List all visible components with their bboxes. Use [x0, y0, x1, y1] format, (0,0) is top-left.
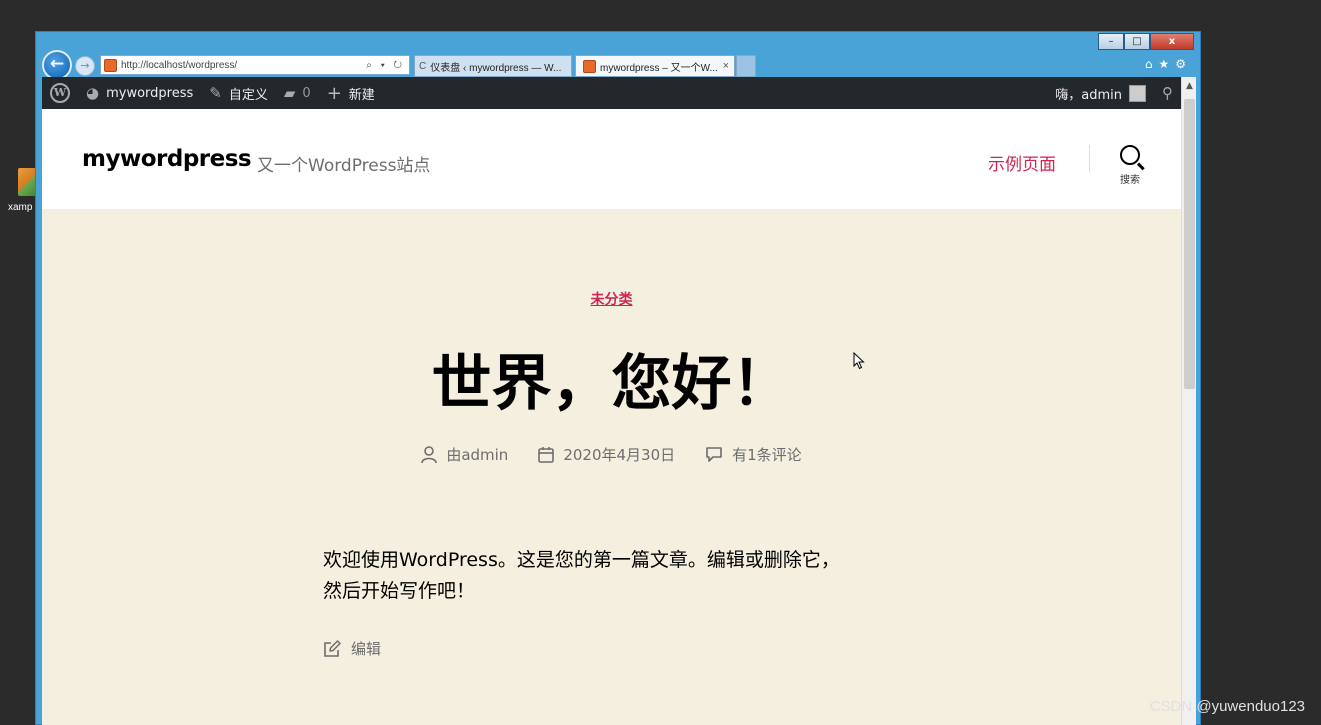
search-icon: ⚲ — [1162, 84, 1173, 102]
post-body-line: 欢迎使用WordPress。这是您的第一篇文章。编辑或删除它， — [323, 549, 840, 571]
watermark: CSDN @yuwenduo123 — [1149, 698, 1305, 715]
back-arrow-icon: ← — [49, 54, 65, 74]
browser-nav-bar: ← → http://localhost/wordpress/ ⌕ ▾ ↻ C … — [42, 50, 1196, 80]
tab-label: mywordpress – 又一个W... — [600, 62, 718, 74]
header-divider — [1089, 145, 1090, 173]
avatar — [1129, 84, 1146, 102]
plus-icon: + — [326, 82, 342, 104]
tab-dashboard[interactable]: C 仪表盘 ‹ mywordpress — W... — [414, 55, 572, 77]
site-title[interactable]: mywordpress — [82, 146, 252, 172]
close-tab-icon[interactable]: × — [723, 60, 729, 72]
tab-label: 仪表盘 ‹ mywordpress — W... — [430, 62, 562, 74]
browser-window: – □ x ← → http://localhost/wordpress/ ⌕ … — [35, 31, 1201, 725]
address-url[interactable]: http://localhost/wordpress/ — [121, 60, 366, 71]
post-category: 未分类 — [42, 289, 1181, 309]
post-content: 欢迎使用WordPress。这是您的第一篇文章。编辑或删除它， 然后开始写作吧！ — [323, 545, 923, 607]
site-favicon — [104, 58, 117, 72]
author-label: 由admin — [446, 446, 509, 464]
window-controls: – □ x — [1098, 33, 1194, 50]
date-label: 2020年4月30日 — [563, 446, 676, 464]
page-scrollbar[interactable]: ▲ — [1181, 77, 1196, 725]
address-tools-icons[interactable]: ⌕ ▾ ↻ — [366, 60, 405, 71]
tab-mywordpress[interactable]: mywordpress – 又一个W... × — [575, 55, 735, 77]
admin-new[interactable]: + 新建 — [319, 77, 383, 109]
admin-site-name[interactable]: ◕ mywordpress — [78, 77, 201, 109]
edit-label: 编辑 — [351, 640, 382, 658]
post-title[interactable]: 世界，您好！ — [42, 335, 1181, 422]
forward-arrow-icon: → — [80, 59, 90, 72]
calendar-icon — [538, 447, 555, 463]
post-comments[interactable]: 有1条评论 — [705, 444, 802, 465]
home-icon[interactable]: ⌂ — [1145, 57, 1159, 71]
post-meta: 由admin 2020年4月30日 有1条评论 — [42, 444, 1181, 465]
post-author[interactable]: 由admin — [421, 444, 508, 465]
site-header: mywordpress 又一个WordPress站点 示例页面 搜索 — [42, 109, 1181, 209]
dashboard-icon: ◕ — [86, 84, 100, 102]
forward-button[interactable]: → — [75, 56, 95, 76]
post-body-line: 然后开始写作吧！ — [323, 580, 476, 602]
gear-icon[interactable]: ⚙ — [1175, 57, 1192, 71]
nav-sample-page[interactable]: 示例页面 — [988, 150, 1056, 175]
category-link[interactable]: 未分类 — [591, 292, 633, 308]
scroll-up-icon[interactable]: ▲ — [1182, 81, 1196, 91]
browser-toolbar-icons: ⌂★⚙ — [1145, 57, 1192, 71]
new-tab-button[interactable] — [736, 55, 756, 77]
edit-icon — [324, 639, 341, 657]
customize-label: 自定义 — [228, 87, 268, 103]
scroll-thumb[interactable] — [1184, 99, 1195, 389]
search-label: 搜索 — [1120, 175, 1140, 186]
search-icon — [1120, 145, 1140, 165]
page-viewport: W ◕ mywordpress ✎ 自定义 ▰ 0 + 新建 嗨，admin ⚲… — [42, 77, 1196, 725]
admin-bar-right: 嗨，admin ⚲ — [1047, 77, 1181, 109]
admin-search[interactable]: ⚲ — [1154, 77, 1181, 109]
minimize-button[interactable]: – — [1098, 33, 1124, 50]
wordpress-logo-icon: W — [50, 83, 70, 103]
brush-icon: ✎ — [209, 84, 222, 102]
tab-favicon — [583, 59, 596, 73]
address-bar[interactable]: http://localhost/wordpress/ ⌕ ▾ ↻ — [100, 55, 410, 75]
close-window-button[interactable]: x — [1150, 33, 1194, 50]
user-icon — [421, 445, 438, 463]
comments-label: 有1条评论 — [732, 446, 802, 464]
mouse-cursor-icon — [853, 352, 865, 370]
comment-icon: ▰ — [283, 84, 296, 102]
post-date[interactable]: 2020年4月30日 — [538, 444, 675, 465]
site-description: 又一个WordPress站点 — [257, 156, 431, 176]
edit-post-link[interactable]: 编辑 — [323, 638, 381, 659]
back-button[interactable]: ← — [42, 50, 72, 80]
wp-admin-bar: W ◕ mywordpress ✎ 自定义 ▰ 0 + 新建 嗨，admin ⚲ — [42, 77, 1181, 109]
comment-icon — [706, 447, 722, 462]
greeting: 嗨，admin — [1055, 87, 1122, 103]
admin-comments[interactable]: ▰ 0 — [276, 77, 319, 109]
admin-account[interactable]: 嗨，admin — [1047, 77, 1154, 109]
admin-site-name-label: mywordpress — [106, 85, 194, 101]
wp-logo-menu[interactable]: W — [42, 77, 78, 109]
star-icon[interactable]: ★ — [1158, 57, 1175, 71]
loading-icon: C — [419, 60, 427, 72]
admin-customize[interactable]: ✎ 自定义 — [201, 77, 276, 109]
comments-count: 0 — [302, 85, 311, 101]
search-toggle[interactable]: 搜索 — [1114, 145, 1146, 186]
new-label: 新建 — [348, 87, 375, 103]
maximize-button[interactable]: □ — [1124, 33, 1150, 50]
